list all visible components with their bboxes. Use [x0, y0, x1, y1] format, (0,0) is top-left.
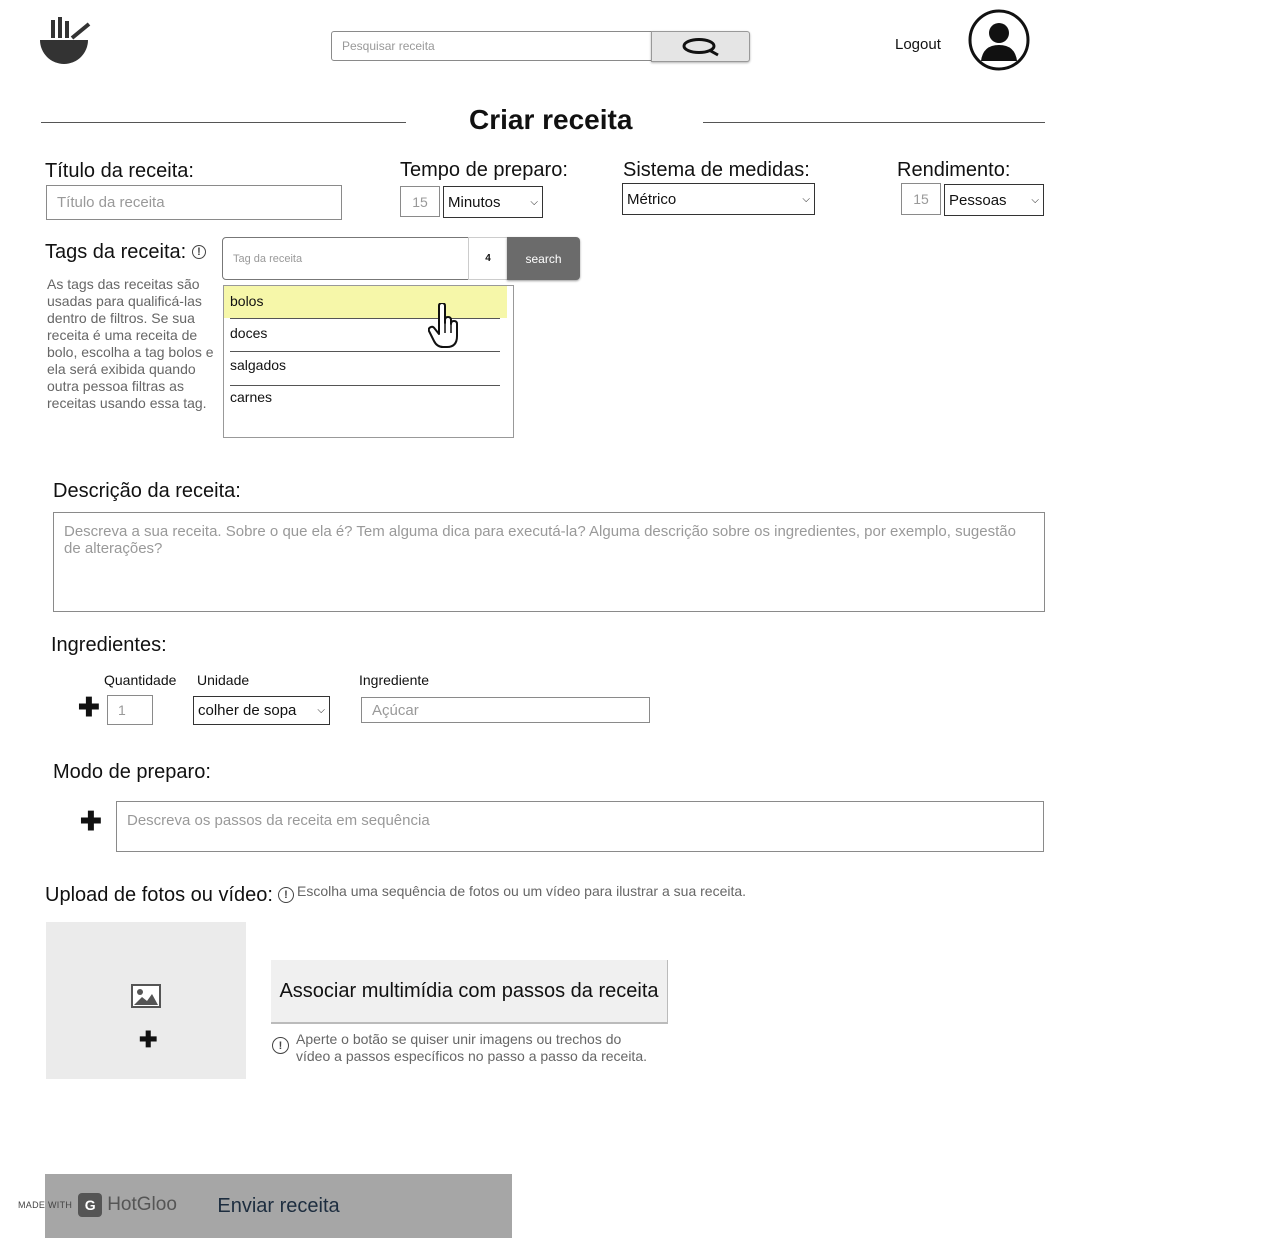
- prep-time-unit-value: Minutos: [448, 193, 501, 211]
- yield-unit-select[interactable]: Pessoas ⌵: [944, 184, 1044, 216]
- add-media-plus-icon: ✚: [139, 1027, 158, 1052]
- tag-search-button[interactable]: search: [507, 237, 580, 280]
- measure-system-value: Métrico: [627, 190, 677, 208]
- search-icon: [682, 37, 719, 56]
- tag-option[interactable]: carnes: [230, 389, 500, 405]
- unit-header: Unidade: [197, 672, 250, 688]
- user-avatar-icon: [968, 9, 1030, 71]
- quantity-input[interactable]: 1: [107, 695, 153, 725]
- tag-divider: [230, 351, 500, 352]
- yield-input[interactable]: 15: [901, 183, 941, 215]
- logout-link[interactable]: Logout: [895, 36, 941, 53]
- search-bar: Pesquisar receita: [331, 31, 750, 62]
- title-rule-left: [41, 122, 406, 123]
- steps-label: Modo de preparo:: [53, 761, 211, 783]
- chevron-down-icon: ⌵: [802, 193, 810, 205]
- info-icon[interactable]: !: [272, 1037, 289, 1054]
- tag-divider: [230, 385, 500, 386]
- submit-recipe-label: Enviar receita: [217, 1194, 340, 1217]
- ingredient-header: Ingrediente: [359, 672, 430, 688]
- add-step-plus-icon[interactable]: ✚: [80, 808, 102, 834]
- description-placeholder: Descreva a sua receita. Sobre o que ela …: [64, 523, 1016, 557]
- hand-cursor-icon: [427, 302, 460, 349]
- associate-media-button[interactable]: Associar multimídia com passos da receit…: [271, 960, 668, 1024]
- step-textarea[interactable]: Descreva os passos da receita em sequênc…: [116, 801, 1044, 852]
- media-upload-dropzone[interactable]: ✚: [46, 922, 246, 1079]
- yield-unit-value: Pessoas: [949, 191, 1007, 209]
- quantity-header: Quantidade: [104, 672, 177, 688]
- description-label: Descrição da receita:: [53, 480, 241, 502]
- tag-search-group: Tag da receita 4 search: [222, 237, 580, 281]
- unit-select[interactable]: colher de sopa ⌵: [193, 696, 330, 725]
- prep-time-label: Tempo de preparo:: [400, 159, 568, 181]
- tag-input[interactable]: Tag da receita: [222, 237, 470, 280]
- ingredient-placeholder: Açúcar: [372, 701, 419, 719]
- yield-label: Rendimento:: [897, 159, 1011, 181]
- user-avatar-button[interactable]: [968, 9, 1030, 71]
- prep-time-input[interactable]: 15: [400, 186, 440, 217]
- chevron-down-icon: ⌵: [530, 196, 538, 208]
- page-title: Criar receita: [469, 104, 633, 135]
- recipe-title-placeholder: Título da receita: [57, 194, 165, 211]
- step-placeholder: Descreva os passos da receita em sequênc…: [127, 812, 430, 829]
- tags-hint: As tags das receitas são usadas para qua…: [47, 276, 214, 411]
- search-input-placeholder: Pesquisar receita: [342, 39, 435, 53]
- recipe-title-input[interactable]: Título da receita: [46, 185, 342, 220]
- image-icon: [131, 984, 161, 1008]
- tag-count-badge: 4: [468, 237, 508, 280]
- bowl-with-chopsticks-icon: [40, 17, 91, 64]
- prep-time-placeholder: 15: [412, 193, 428, 210]
- hotgloo-logo-icon: G: [78, 1193, 103, 1217]
- recipe-title-label: Título da receita:: [45, 160, 194, 182]
- chevron-down-icon: ⌵: [317, 705, 325, 716]
- upload-hint: Escolha uma sequência de fotos ou um víd…: [297, 883, 747, 899]
- unit-value: colher de sopa: [198, 702, 297, 719]
- upload-label: Upload de fotos ou vídeo:: [45, 884, 273, 906]
- tag-option[interactable]: salgados: [230, 357, 500, 373]
- tag-search-button-label: search: [525, 251, 562, 266]
- associate-media-button-label: Associar multimídia com passos da receit…: [279, 979, 659, 1002]
- measure-system-label: Sistema de medidas:: [623, 159, 810, 181]
- ingredients-label: Ingredientes:: [51, 634, 167, 656]
- quantity-placeholder: 1: [118, 702, 126, 718]
- hotgloo-watermark: MADE WITH G HotGloo: [18, 1192, 177, 1218]
- tag-count-value: 4: [485, 253, 491, 264]
- logo[interactable]: [38, 16, 92, 68]
- info-icon[interactable]: !: [192, 245, 206, 259]
- associate-hint: Aperte o botão se quiser unir imagens ou…: [296, 1031, 647, 1064]
- watermark-brand: HotGloo: [107, 1194, 177, 1215]
- chevron-down-icon: ⌵: [1031, 194, 1039, 206]
- ingredient-input[interactable]: Açúcar: [361, 697, 650, 723]
- info-icon[interactable]: !: [278, 887, 294, 903]
- tag-input-placeholder: Tag da receita: [233, 252, 303, 265]
- search-input[interactable]: Pesquisar receita: [331, 31, 653, 61]
- prep-time-unit-select[interactable]: Minutos ⌵: [443, 186, 543, 218]
- yield-placeholder: 15: [913, 191, 929, 207]
- tags-label: Tags da receita:: [45, 241, 187, 263]
- watermark-made-with: MADE WITH: [18, 1200, 73, 1210]
- description-textarea[interactable]: Descreva a sua receita. Sobre o que ela …: [53, 512, 1045, 612]
- title-rule-right: [703, 122, 1045, 123]
- measure-system-select[interactable]: Métrico ⌵: [622, 183, 815, 215]
- add-ingredient-plus-icon[interactable]: ✚: [78, 694, 100, 720]
- search-button[interactable]: [651, 31, 750, 62]
